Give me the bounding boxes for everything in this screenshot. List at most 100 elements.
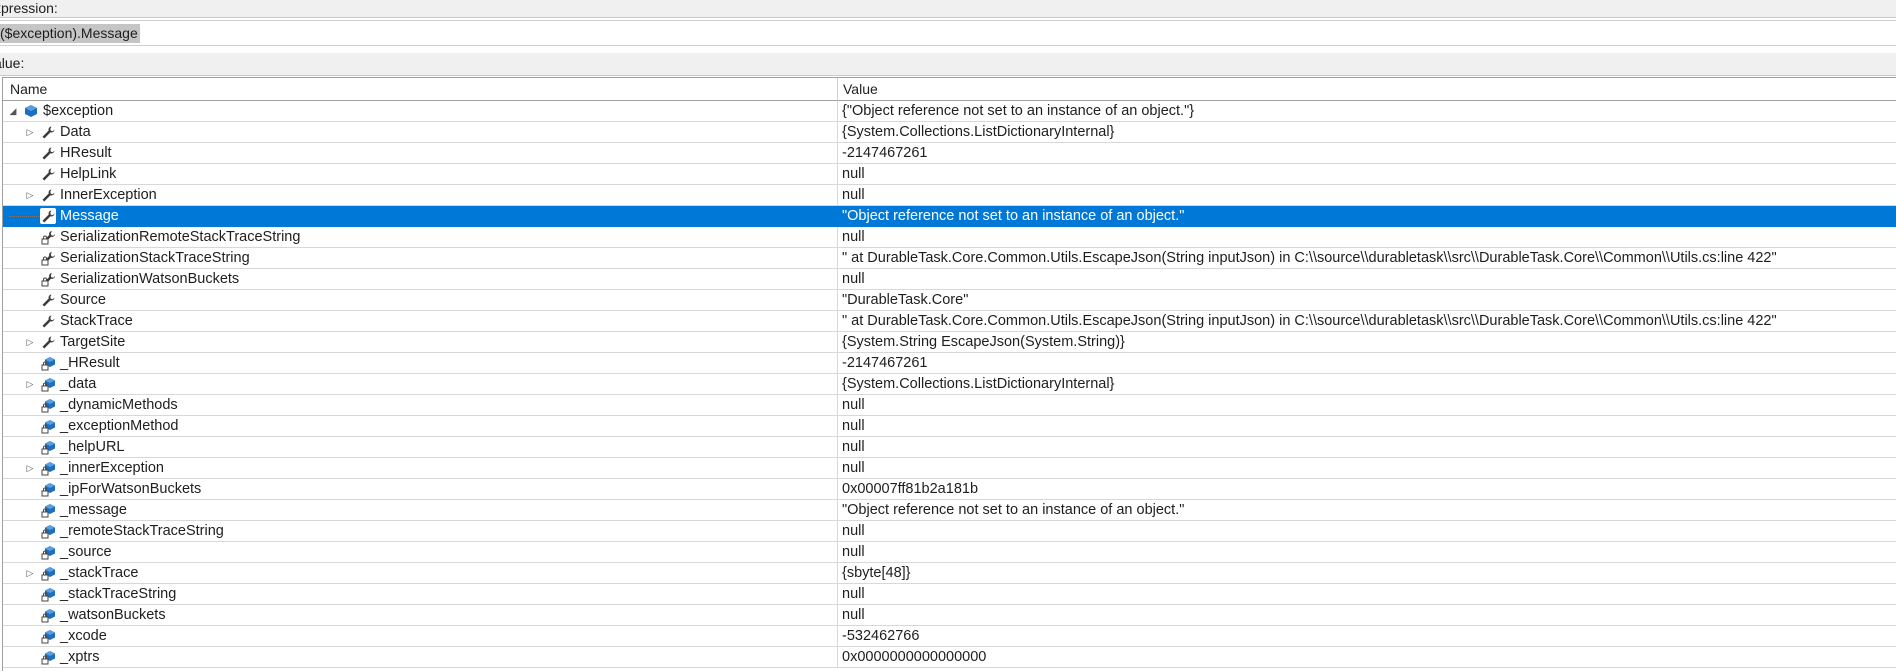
table-row[interactable]: _message "Object reference not set to an … — [3, 500, 1896, 521]
table-row[interactable]: ▷ Data {System.Collections.ListDictionaryI… — [3, 122, 1896, 143]
variable-value[interactable]: null — [839, 227, 1896, 247]
name-cell: _dynamicMethods — [3, 395, 838, 415]
column-header-value[interactable]: Value — [838, 78, 1896, 101]
table-row[interactable]: _helpURL null — [3, 437, 1896, 458]
column-header-name[interactable]: Name — [3, 78, 838, 101]
variable-value[interactable]: "DurableTask.Core" — [839, 290, 1896, 310]
table-row[interactable]: SerializationStackTraceString " at Durabl… — [3, 248, 1896, 269]
table-row[interactable]: _HResult -2147467261 — [3, 353, 1896, 374]
table-row[interactable]: ▷ _stackTrace {sbyte[48]} — [3, 563, 1896, 584]
variable-value[interactable]: null — [839, 458, 1896, 478]
table-row[interactable]: _xptrs 0x0000000000000000 — [3, 647, 1896, 668]
expand-arrow-icon[interactable]: ▷ — [24, 563, 36, 583]
name-cell: _message — [3, 500, 838, 520]
table-row[interactable]: _source null — [3, 542, 1896, 563]
expand-arrow-icon[interactable]: ▷ — [24, 374, 36, 394]
table-row[interactable]: _dynamicMethods null — [3, 395, 1896, 416]
property-icon — [40, 313, 56, 329]
variable-value[interactable]: null — [839, 395, 1896, 415]
variable-value[interactable]: {System.Collections.ListDictionaryIntern… — [839, 374, 1896, 394]
variable-name: StackTrace — [60, 313, 133, 329]
private-field-icon — [40, 586, 56, 602]
table-row[interactable]: ▷ TargetSite {System.String EscapeJson(Sys… — [3, 332, 1896, 353]
variable-value[interactable]: 0x0000000000000000 — [839, 647, 1896, 667]
table-row[interactable]: ▷ InnerException null — [3, 185, 1896, 206]
variable-value[interactable]: "Object reference not set to an instance… — [839, 206, 1896, 226]
variable-value[interactable]: -532462766 — [839, 626, 1896, 646]
name-cell: _stackTraceString — [3, 584, 838, 604]
table-row[interactable]: ▷ _data {System.Collections.ListDictionary… — [3, 374, 1896, 395]
variable-value[interactable]: "Object reference not set to an instance… — [839, 500, 1896, 520]
table-row[interactable]: SerializationRemoteStackTraceString null — [3, 227, 1896, 248]
variable-value[interactable]: null — [839, 269, 1896, 289]
property-icon — [40, 187, 56, 203]
table-row[interactable]: _watsonBuckets null — [3, 605, 1896, 626]
expand-arrow-icon[interactable]: ▷ — [24, 458, 36, 478]
expand-arrow-icon[interactable]: ▷ — [24, 185, 36, 205]
variable-name: _stackTrace — [60, 565, 139, 581]
table-row[interactable]: ◢ $exception {"Object reference not set to… — [3, 101, 1896, 122]
table-row[interactable]: SerializationWatsonBuckets null — [3, 269, 1896, 290]
name-cell: _source — [3, 542, 838, 562]
variable-name: SerializationStackTraceString — [60, 250, 250, 266]
name-cell: _xcode — [3, 626, 838, 646]
table-row[interactable]: Source "DurableTask.Core" — [3, 290, 1896, 311]
variable-name: Data — [60, 124, 91, 140]
variable-value[interactable]: null — [839, 521, 1896, 541]
variable-value[interactable]: null — [839, 185, 1896, 205]
variable-value[interactable]: null — [839, 416, 1896, 436]
variable-value[interactable]: null — [839, 437, 1896, 457]
name-cell: StackTrace — [3, 311, 838, 331]
variable-name: Message — [60, 208, 119, 224]
variable-name: $exception — [43, 103, 114, 119]
name-cell: ▷ _innerException — [3, 458, 838, 478]
private-field-icon — [40, 502, 56, 518]
variable-value[interactable]: {"Object reference not set to an instanc… — [839, 101, 1896, 121]
name-cell: _helpURL — [3, 437, 838, 457]
table-row[interactable]: ▷ _innerException null — [3, 458, 1896, 479]
variable-value[interactable]: null — [839, 584, 1896, 604]
private-field-icon — [40, 544, 56, 560]
name-cell: Source — [3, 290, 838, 310]
variable-value[interactable]: {System.Collections.ListDictionaryIntern… — [839, 122, 1896, 142]
variable-value[interactable]: " at DurableTask.Core.Common.Utils.Escap… — [839, 311, 1896, 331]
expression-input[interactable]: ($exception).Message — [0, 24, 140, 43]
variable-name: HelpLink — [60, 166, 117, 182]
table-row[interactable]: Message "Object reference not set to an i… — [3, 206, 1896, 227]
variable-value[interactable]: null — [839, 542, 1896, 562]
table-row[interactable]: _xcode -532462766 — [3, 626, 1896, 647]
variable-value[interactable]: -2147467261 — [839, 353, 1896, 373]
variable-value[interactable]: {sbyte[48]} — [839, 563, 1896, 583]
private-property-icon — [40, 271, 56, 287]
expand-arrow-icon[interactable]: ▷ — [24, 332, 36, 352]
property-icon — [40, 292, 56, 308]
name-cell: ◢ $exception — [3, 101, 838, 121]
value-grid[interactable]: Name Value ◢ $exception {"Object reference… — [2, 77, 1896, 671]
table-row[interactable]: _stackTraceString null — [3, 584, 1896, 605]
variable-value[interactable]: -2147467261 — [839, 143, 1896, 163]
table-row[interactable]: HResult -2147467261 — [3, 143, 1896, 164]
property-icon — [40, 166, 56, 182]
private-field-icon — [40, 523, 56, 539]
table-row[interactable]: HelpLink null — [3, 164, 1896, 185]
table-row[interactable]: StackTrace " at DurableTask.Core.Common.U… — [3, 311, 1896, 332]
expression-box[interactable]: ($exception).Message — [0, 20, 1896, 46]
variable-value[interactable]: null — [839, 164, 1896, 184]
table-row[interactable]: _exceptionMethod null — [3, 416, 1896, 437]
variable-value[interactable]: 0x00007ff81b2a181b — [839, 479, 1896, 499]
table-row[interactable]: _ipForWatsonBuckets 0x00007ff81b2a181b — [3, 479, 1896, 500]
variable-name: SerializationWatsonBuckets — [60, 271, 240, 287]
variable-name: _message — [60, 502, 127, 518]
variable-value[interactable]: " at DurableTask.Core.Common.Utils.Escap… — [839, 248, 1896, 268]
collapse-arrow-icon[interactable]: ◢ — [7, 101, 19, 121]
variable-name: _source — [60, 544, 112, 560]
name-cell: ▷ TargetSite — [3, 332, 838, 352]
expand-arrow-icon[interactable]: ▷ — [24, 122, 36, 142]
variable-value[interactable]: null — [839, 605, 1896, 625]
name-cell: ▷ Data — [3, 122, 838, 142]
private-field-icon — [40, 481, 56, 497]
variable-name: _xptrs — [60, 649, 100, 665]
table-row[interactable]: _remoteStackTraceString null — [3, 521, 1896, 542]
variable-value[interactable]: {System.String EscapeJson(System.String)… — [839, 332, 1896, 352]
private-field-icon — [40, 376, 56, 392]
